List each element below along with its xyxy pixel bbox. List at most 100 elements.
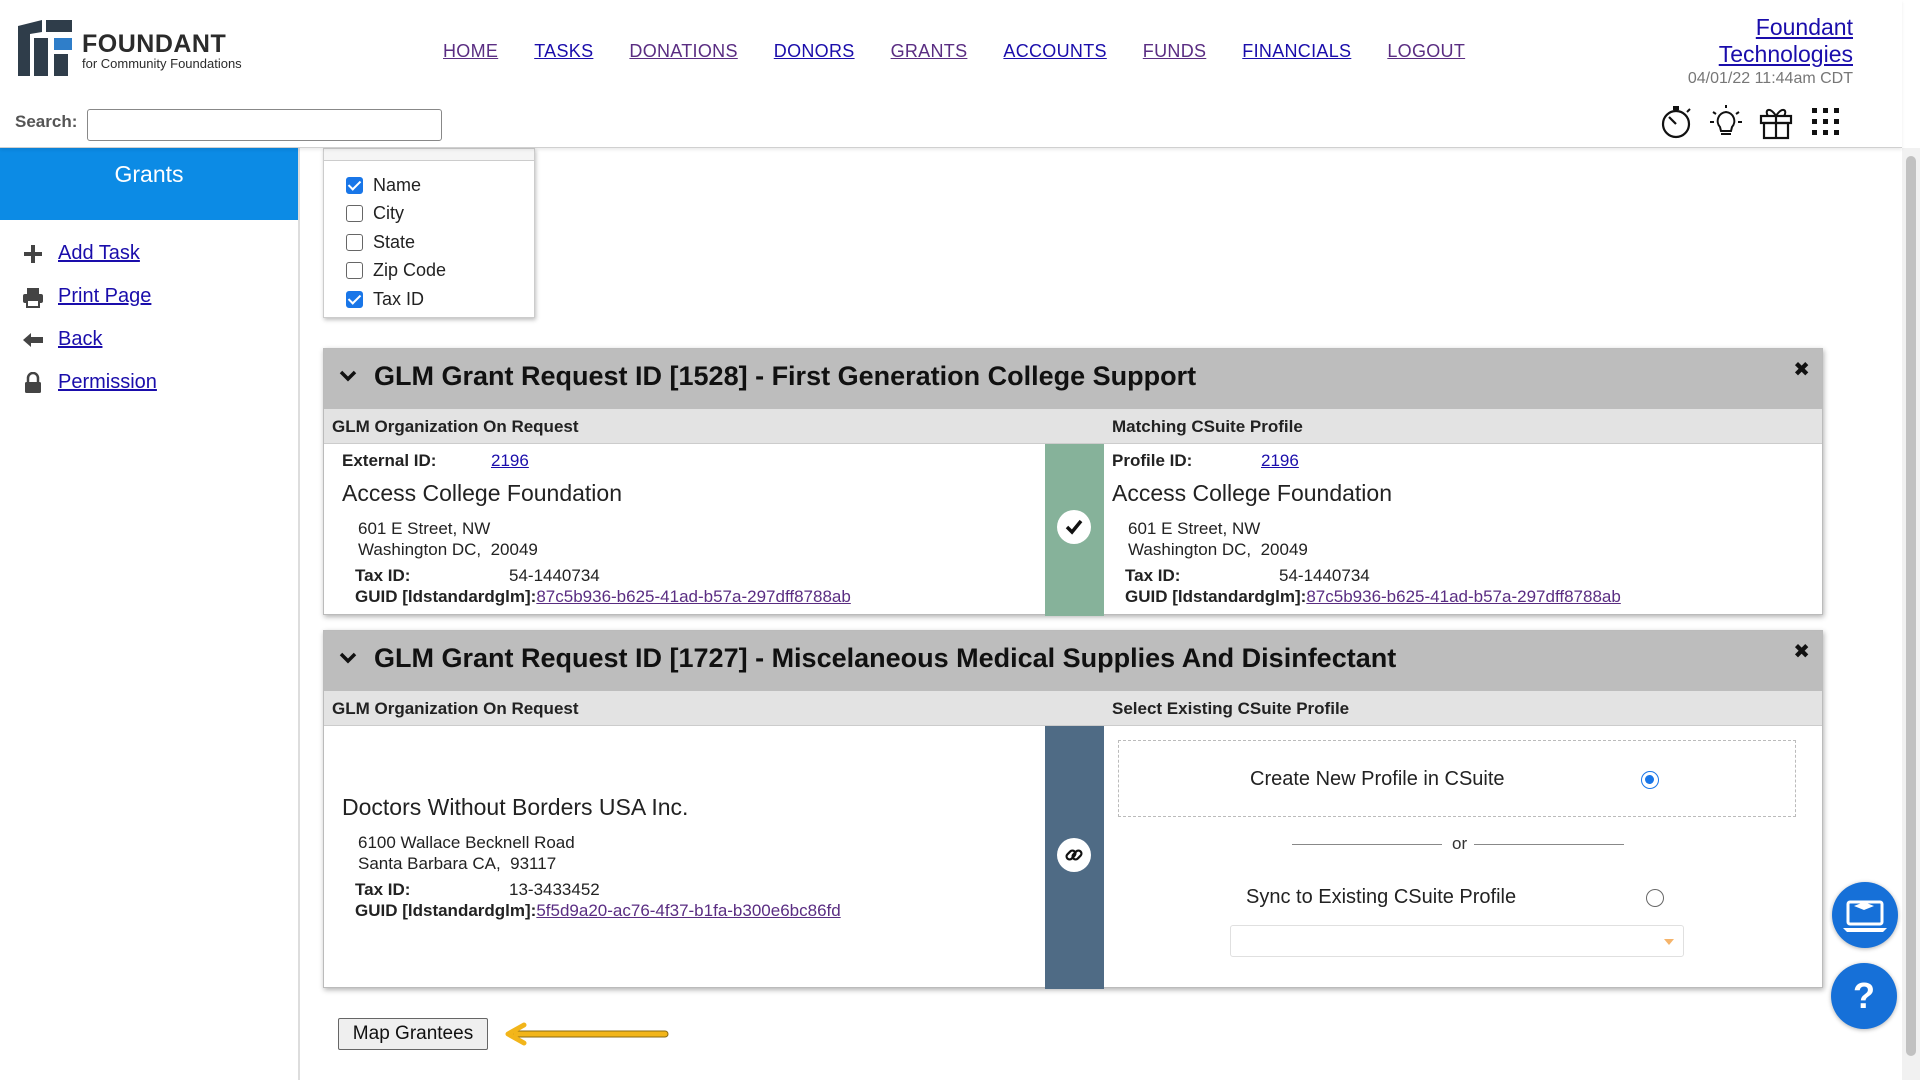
nav-logout[interactable]: LOGOUT xyxy=(1387,41,1465,62)
address-line2: Washington DC, 20049 xyxy=(358,540,538,559)
checkbox-tax-id[interactable] xyxy=(346,290,363,308)
guid-link[interactable]: 87c5b936-b625-41ad-b57a-297dff8788ab xyxy=(536,587,850,606)
profile-guid-link[interactable]: 87c5b936-b625-41ad-b57a-297dff8788ab xyxy=(1306,587,1620,606)
lock-icon xyxy=(25,371,41,393)
nav-grants[interactable]: GRANTS xyxy=(891,41,968,62)
create-new-profile-label: Create New Profile in CSuite xyxy=(1250,768,1505,790)
filter-option-label: Name xyxy=(373,174,422,195)
svg-text:?: ? xyxy=(1853,975,1875,1016)
profile-id-link[interactable]: 2196 xyxy=(1261,451,1299,470)
address-line1: 6100 Wallace Becknell Road xyxy=(358,833,575,852)
existing-profile-select[interactable] xyxy=(1230,925,1684,957)
checkbox-zip[interactable] xyxy=(346,262,363,280)
foundant-logo[interactable]: FOUNDANT for Community Foundations xyxy=(18,20,248,78)
nav-donors[interactable]: DONORS xyxy=(774,41,855,62)
sidebar-item-print-page[interactable]: Print Page xyxy=(0,275,298,318)
arrow-pointer-icon xyxy=(505,1022,669,1046)
filter-option-city[interactable]: City xyxy=(324,200,534,229)
nav-tasks[interactable]: TASKS xyxy=(534,41,593,62)
sidebar: Grants Add Task Print Page Back Permissi… xyxy=(0,148,300,1080)
gift-icon[interactable] xyxy=(1758,104,1794,140)
chevron-down-icon[interactable] xyxy=(338,648,358,668)
match-fields-panel: Name City State Zip Code Tax ID xyxy=(323,148,535,318)
stopwatch-icon[interactable] xyxy=(1658,104,1694,140)
scrollbar-thumb[interactable] xyxy=(1906,156,1916,1056)
or-divider-label: or xyxy=(1452,834,1468,853)
profile-guid-label: GUID [ldstandardglm]: xyxy=(1125,587,1307,606)
sidebar-link-print-page[interactable]: Print Page xyxy=(58,285,151,308)
tax-id-value: 54-1440734 xyxy=(509,566,600,585)
guid-label: GUID [ldstandardglm]: xyxy=(355,587,537,606)
checkbox-city[interactable] xyxy=(346,205,363,223)
org-link-line1[interactable]: Foundant xyxy=(1756,14,1853,40)
nav-financials[interactable]: FINANCIALS xyxy=(1242,41,1351,62)
card-header: GLM Grant Request ID [1528] - First Gene… xyxy=(324,349,1822,409)
tax-id-label-wrap: Tax ID: xyxy=(355,880,410,900)
sidebar-item-permission[interactable]: Permission xyxy=(0,361,298,404)
nav-accounts[interactable]: ACCOUNTS xyxy=(1003,41,1106,62)
sidebar-link-permission[interactable]: Permission xyxy=(58,371,157,394)
sidebar-item-add-task[interactable]: Add Task xyxy=(0,232,298,275)
help-button[interactable]: ? xyxy=(1831,963,1897,1029)
map-grantees-button[interactable]: Map Grantees xyxy=(338,1018,488,1050)
checkbox-state[interactable] xyxy=(346,233,363,251)
main-nav: HOME TASKS DONATIONS DONORS GRANTS ACCOU… xyxy=(443,41,1501,62)
address-line1: 601 E Street, NW xyxy=(358,519,491,538)
sidebar-item-back[interactable]: Back xyxy=(0,318,298,361)
organization-link[interactable]: Foundant Technologies xyxy=(1719,14,1853,68)
tax-id-value: 13-3433452 xyxy=(509,880,600,899)
right-column-header: Select Existing CSuite Profile xyxy=(1112,699,1350,718)
apps-grid-icon[interactable] xyxy=(1808,104,1844,140)
guid-row: GUID [ldstandardglm]:87c5b936-b625-41ad-… xyxy=(355,587,851,607)
sidebar-link-add-task[interactable]: Add Task xyxy=(58,242,140,265)
lightbulb-icon[interactable] xyxy=(1708,104,1744,140)
filter-option-name[interactable]: Name xyxy=(324,171,534,200)
left-column-header: GLM Organization On Request xyxy=(332,417,579,436)
close-icon[interactable]: ✖ xyxy=(1793,639,1810,664)
current-datetime: 04/01/22 11:44am CDT xyxy=(1687,70,1853,87)
arrow-left-icon xyxy=(23,332,43,347)
guid-label: GUID [ldstandardglm]: xyxy=(355,901,537,920)
chevron-down-icon[interactable] xyxy=(338,366,358,386)
sidebar-link-back[interactable]: Back xyxy=(58,328,102,351)
card-column-headers: GLM Organization On Request Matching CSu… xyxy=(324,409,1822,444)
profile-id-row: Profile ID: xyxy=(1112,451,1192,471)
tax-id-label-wrap: Tax ID: xyxy=(355,566,410,586)
page-scrollbar[interactable] xyxy=(1902,148,1920,1080)
profile-tax-label-wrap: Tax ID: xyxy=(1125,566,1180,586)
org-name: Access College Foundation xyxy=(342,480,622,506)
nav-donations[interactable]: DONATIONS xyxy=(629,41,737,62)
external-id-value: 2196 xyxy=(491,451,529,471)
check-icon xyxy=(1057,510,1091,544)
search-label: Search: xyxy=(15,112,78,131)
laptop-graduation-icon xyxy=(1843,900,1887,932)
profile-tax-label: Tax ID: xyxy=(1125,566,1181,585)
profile-tax-value: 54-1440734 xyxy=(1279,566,1370,585)
training-button[interactable] xyxy=(1832,882,1898,948)
filter-option-zip[interactable]: Zip Code xyxy=(324,257,534,286)
org-link-line2[interactable]: Technologies xyxy=(1719,41,1853,67)
external-id-link[interactable]: 2196 xyxy=(491,451,529,470)
create-new-profile-option[interactable]: Create New Profile in CSuite xyxy=(1118,740,1796,817)
chevron-down-icon xyxy=(1664,939,1674,945)
filter-option-tax-id[interactable]: Tax ID xyxy=(324,285,534,314)
nav-home[interactable]: HOME xyxy=(443,41,498,62)
profile-address-line1: 601 E Street, NW xyxy=(1128,519,1261,538)
filter-option-state[interactable]: State xyxy=(324,228,534,257)
org-name: Doctors Without Borders USA Inc. xyxy=(342,794,689,820)
search-input[interactable] xyxy=(87,109,442,141)
profile-id-label: Profile ID: xyxy=(1112,451,1193,470)
guid-link[interactable]: 5f5d9a20-ac76-4f37-b1fa-b300e6bc86fd xyxy=(536,901,840,920)
guid-row: GUID [ldstandardglm]:5f5d9a20-ac76-4f37-… xyxy=(355,901,841,921)
top-header: FOUNDANT for Community Foundations HOME … xyxy=(0,0,1902,148)
logo-brand: FOUNDANT xyxy=(82,30,227,58)
close-icon[interactable]: ✖ xyxy=(1793,357,1810,382)
sync-existing-profile-radio[interactable] xyxy=(1646,889,1664,907)
tax-id-label: Tax ID: xyxy=(355,566,411,585)
address-line2: Santa Barbara CA, 93117 xyxy=(358,854,557,873)
checkbox-name[interactable] xyxy=(346,176,363,194)
card-header: GLM Grant Request ID [1727] - Miscelaneo… xyxy=(324,631,1822,691)
create-new-profile-radio[interactable] xyxy=(1641,771,1659,789)
profile-id-value: 2196 xyxy=(1261,451,1299,471)
nav-funds[interactable]: FUNDS xyxy=(1143,41,1207,62)
